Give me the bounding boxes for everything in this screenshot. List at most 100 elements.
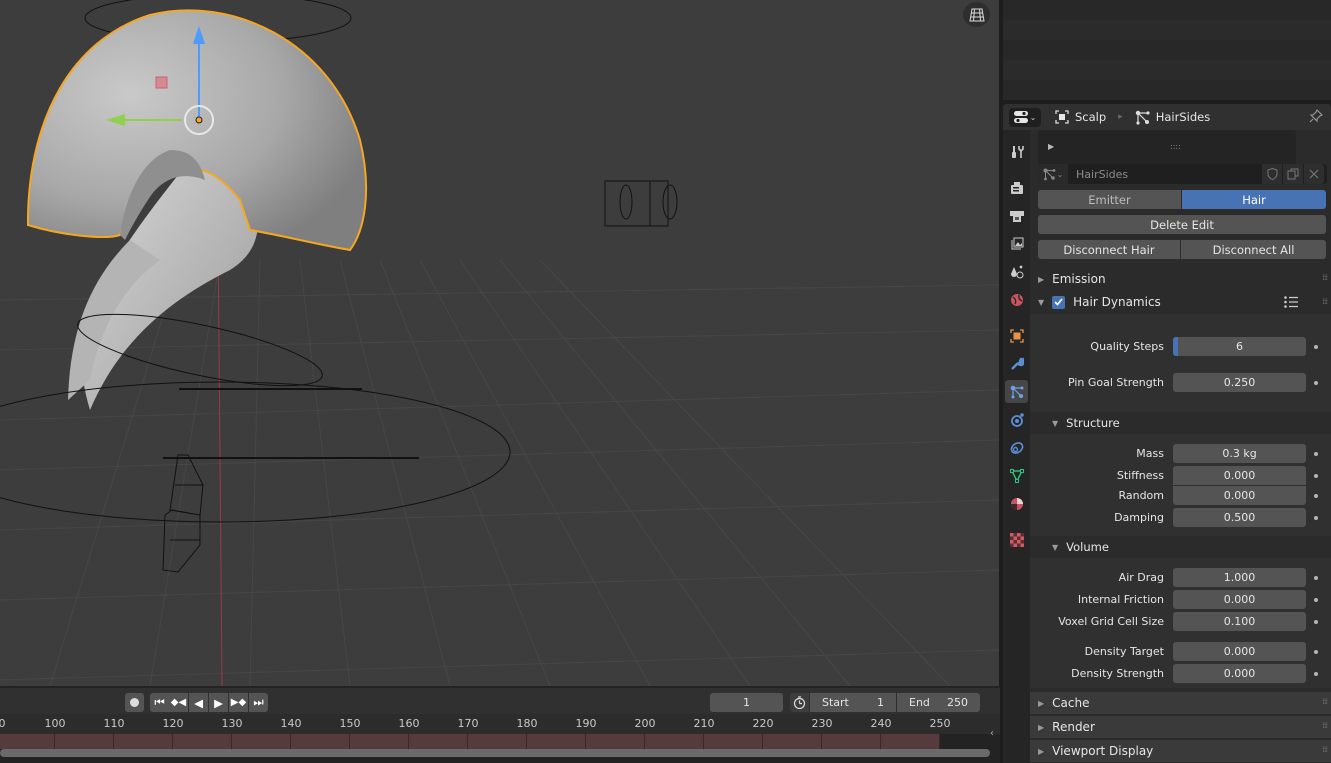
drag-handle-icon[interactable]: ⁞⁞⁞: [1322, 697, 1328, 706]
internal-friction-field[interactable]: 0.000: [1173, 590, 1306, 609]
stiffness-field[interactable]: 0.000: [1173, 466, 1306, 485]
keyframe-dot[interactable]: [1314, 452, 1318, 456]
panel-render[interactable]: ▶ Render ⁞⁞⁞: [1030, 716, 1331, 738]
air-drag-field[interactable]: 1.000: [1173, 568, 1306, 587]
presets-list-icon[interactable]: [1284, 296, 1298, 311]
subpanel-volume-header[interactable]: ▼ Volume: [1030, 536, 1331, 558]
tab-modifiers[interactable]: [1005, 352, 1028, 375]
start-frame-label: Start: [822, 696, 849, 709]
browse-settings-button[interactable]: ⌄: [1038, 164, 1068, 184]
keyframe-dot[interactable]: [1314, 598, 1318, 602]
keyframe-dot[interactable]: [1314, 650, 1318, 654]
tab-scene[interactable]: [1005, 260, 1028, 283]
preview-range-button[interactable]: [790, 693, 809, 712]
3d-viewport[interactable]: [0, 0, 999, 686]
jump-to-end-button[interactable]: ⏭: [249, 693, 268, 712]
tab-tool[interactable]: [1005, 140, 1028, 163]
keyframe-dot[interactable]: [1314, 345, 1318, 349]
mass-field[interactable]: 0.3 kg: [1173, 444, 1306, 463]
unlink-button[interactable]: [1304, 164, 1324, 184]
resize-handle-icon[interactable]: ::::: [1170, 142, 1181, 151]
drag-handle-icon[interactable]: ⁞⁞⁞: [1322, 273, 1328, 282]
tab-material[interactable]: [1005, 492, 1028, 515]
panel-viewport-display[interactable]: ▶ Viewport Display ⁞⁞⁞: [1030, 740, 1331, 762]
play-button[interactable]: ▶: [209, 693, 228, 712]
panel-emission-header: ▶ Emission: [1038, 272, 1106, 286]
auto-keying-button[interactable]: [125, 693, 144, 712]
outliner-row[interactable]: [1003, 60, 1331, 80]
panel-emission[interactable]: ▶ Emission ⁞⁞⁞: [1030, 268, 1331, 290]
outliner-row[interactable]: [1003, 0, 1331, 20]
keyframe-dot[interactable]: [1314, 620, 1318, 624]
drag-handle-icon[interactable]: ⁞⁞⁞: [1322, 745, 1328, 754]
keyframe-dot[interactable]: [1314, 516, 1318, 520]
voxel-grid-cell-size-field[interactable]: 0.100: [1173, 612, 1306, 631]
tab-view-layer[interactable]: [1005, 232, 1028, 255]
settings-name-field[interactable]: HairSides: [1068, 168, 1262, 181]
tab-constraints[interactable]: [1005, 436, 1028, 459]
editor-type-button[interactable]: ⌄: [1009, 107, 1041, 127]
drag-handle-icon[interactable]: ⁞⁞⁞: [1322, 721, 1328, 730]
tab-data[interactable]: [1005, 464, 1028, 487]
expand-list-icon[interactable]: ▶: [1048, 142, 1054, 151]
ruler-tick-label: 240: [870, 717, 892, 730]
jump-to-start-button[interactable]: ⏮: [150, 693, 169, 712]
collapse-icon: ▼: [1052, 418, 1059, 428]
panel-viewport-display-title: ▶ Viewport Display: [1038, 744, 1153, 758]
ruler-tick-label: 200: [634, 717, 656, 730]
pin-icon[interactable]: [1309, 109, 1323, 126]
random-field[interactable]: 0.000: [1173, 486, 1306, 505]
frame-ruler[interactable]: 0 100 110 120 130 140 150 160 170 180 190 200 210 220…: [0, 714, 1000, 734]
density-target-label: Density Target: [1084, 645, 1164, 658]
timeline-scrollbar[interactable]: [0, 749, 990, 757]
tab-texture[interactable]: [1005, 528, 1028, 551]
fake-user-button[interactable]: [1262, 164, 1282, 184]
tab-render[interactable]: [1005, 176, 1028, 199]
disconnect-hair-button[interactable]: Disconnect Hair: [1038, 240, 1180, 259]
tab-particles[interactable]: [1005, 380, 1028, 403]
outliner-row[interactable]: [1003, 40, 1331, 60]
type-hair-button[interactable]: Hair: [1182, 190, 1326, 209]
panel-cache[interactable]: ▶ Cache ⁞⁞⁞: [1030, 692, 1331, 714]
tab-output[interactable]: [1005, 204, 1028, 227]
start-frame-field[interactable]: Start 1: [810, 693, 896, 712]
density-strength-field[interactable]: 0.000: [1173, 664, 1306, 683]
viewport-scene[interactable]: [0, 0, 999, 686]
keyframe-dot[interactable]: [1314, 494, 1318, 498]
hair-dynamics-checkbox[interactable]: [1052, 295, 1066, 309]
subpanel-structure-title: ▼ Structure: [1052, 416, 1120, 430]
collapse-sidebar-icon[interactable]: ‹: [990, 728, 994, 739]
subpanel-structure-header[interactable]: ▼ Structure: [1030, 412, 1331, 434]
tab-physics[interactable]: [1005, 408, 1028, 431]
outliner-row[interactable]: [1003, 80, 1331, 100]
next-keyframe-button[interactable]: ▶◆: [229, 693, 248, 712]
keyframe-dot[interactable]: [1314, 381, 1318, 385]
disconnect-all-button[interactable]: Disconnect All: [1181, 240, 1326, 259]
end-frame-field[interactable]: End 250: [897, 693, 980, 712]
damping-field[interactable]: 0.500: [1173, 508, 1306, 527]
copy-icon: [1287, 168, 1299, 180]
texture-icon: [1009, 532, 1024, 547]
play-reverse-button[interactable]: ◀: [189, 693, 208, 712]
prev-keyframe-button[interactable]: ◆◀: [169, 693, 188, 712]
keyframe-dot[interactable]: [1314, 474, 1318, 478]
panel-hair-dynamics-header[interactable]: ▼ Hair Dynamics ⁞⁞⁞: [1030, 292, 1331, 314]
drag-handle-icon[interactable]: ⁞⁞⁞: [1322, 297, 1328, 306]
ruler-gridline: [113, 734, 114, 749]
duplicate-button[interactable]: [1283, 164, 1303, 184]
outliner-row[interactable]: [1003, 20, 1331, 40]
tab-object[interactable]: [1005, 324, 1028, 347]
toggle-view-button[interactable]: [963, 2, 990, 27]
quality-steps-field[interactable]: 6: [1173, 337, 1306, 356]
type-emitter-button[interactable]: Emitter: [1038, 190, 1181, 209]
tab-world[interactable]: [1005, 288, 1028, 311]
delete-edit-button[interactable]: Delete Edit: [1038, 215, 1326, 234]
keyframe-dot[interactable]: [1314, 576, 1318, 580]
current-frame-field[interactable]: 1: [710, 693, 783, 712]
ruler-tick-label: 190: [575, 717, 597, 730]
quality-steps-label: Quality Steps: [1090, 340, 1164, 353]
keyframe-dot[interactable]: [1314, 672, 1318, 676]
density-target-field[interactable]: 0.000: [1173, 642, 1306, 661]
outliner[interactable]: [1003, 0, 1331, 100]
pin-goal-strength-field[interactable]: 0.250: [1173, 373, 1306, 392]
